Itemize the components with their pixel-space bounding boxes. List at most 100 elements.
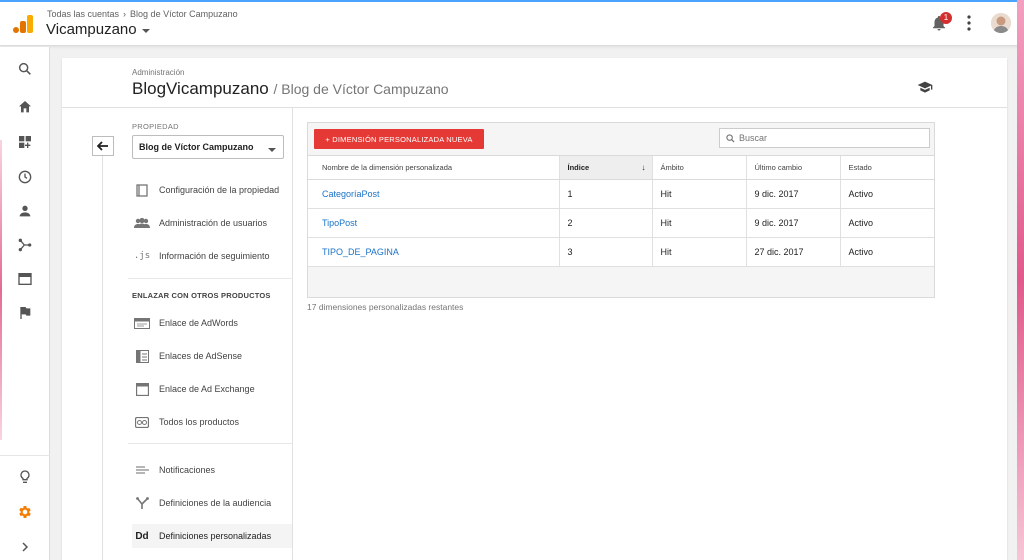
cell-scope: Hit [651, 237, 746, 267]
cell-scope: Hit [651, 179, 746, 209]
search-icon[interactable] [15, 59, 35, 79]
property-nav: PROPIEDAD Blog de Víctor Campuzano Confi… [128, 108, 293, 560]
dimension-link[interactable]: CategoríaPost [322, 189, 380, 199]
analytics-logo-icon[interactable] [12, 14, 34, 34]
nav-item-user-management[interactable]: Administración de usuarios [132, 211, 292, 235]
search-icon [726, 133, 735, 143]
avatar-image [991, 13, 1011, 33]
nav-divider [128, 278, 293, 279]
notifications-icon [134, 463, 150, 477]
page-edge-decoration-left [0, 140, 2, 440]
nav-item-adwords-link[interactable]: Enlace de AdWords [132, 311, 292, 335]
cell-status: Activo [839, 237, 934, 267]
dimension-link[interactable]: TipoPost [322, 218, 357, 228]
search-box[interactable] [719, 128, 930, 148]
acquisition-icon[interactable] [15, 235, 35, 255]
section-label: Administración [132, 68, 185, 77]
adwords-icon [134, 316, 150, 330]
nav-item-custom-definitions[interactable]: Dd Definiciones personalizadas [132, 524, 292, 548]
column-header-index-label: Índice [567, 163, 590, 172]
cell-index: 2 [558, 208, 652, 238]
admin-gear-icon[interactable] [15, 502, 35, 522]
adsense-icon [134, 349, 150, 363]
custom-dimensions-panel: + DIMENSIÓN PERSONALIZADA NUEVA Nombre d… [307, 122, 935, 298]
nav-connector-line [102, 156, 103, 560]
table-row: TipoPost 2 Hit 9 dic. 2017 Activo [308, 208, 934, 238]
more-vert-icon[interactable] [963, 14, 975, 32]
home-icon[interactable] [15, 97, 35, 117]
nav-item-ad-exchange-link[interactable]: Enlace de Ad Exchange [132, 377, 292, 401]
account-name: Vicampuzano [46, 21, 137, 38]
ad-exchange-icon [134, 382, 150, 396]
table-row: CategoríaPost 1 Hit 9 dic. 2017 Activo [308, 179, 934, 209]
breadcrumb-current[interactable]: Blog de Víctor Campuzano [130, 9, 238, 19]
custom-definitions-icon: Dd [135, 530, 149, 542]
custom-dimensions-table: Nombre de la dimensión personalizada Índ… [308, 155, 934, 267]
top-bar: Todas las cuentas › Blog de Víctor Campuza… [0, 0, 1024, 46]
column-header-name[interactable]: Nombre de la dimensión personalizada [308, 155, 559, 180]
admin-card: Administración BlogVicampuzano / Blog de… [62, 58, 1007, 560]
left-nav-rail [0, 47, 50, 560]
column-header-scope[interactable]: Ámbito [651, 155, 746, 180]
new-custom-dimension-button[interactable]: + DIMENSIÓN PERSONALIZADA NUEVA [314, 129, 484, 149]
nav-item-label: Definiciones de la audiencia [159, 498, 272, 508]
table-row: TIPO_DE_PAGINA 3 Hit 27 dic. 2017 Activo [308, 237, 934, 267]
back-button[interactable] [92, 136, 114, 156]
property-label: PROPIEDAD [132, 122, 179, 131]
account-selector[interactable]: Vicampuzano [46, 21, 150, 38]
chevron-down-icon [141, 28, 150, 33]
breadcrumb: Todas las cuentas › Blog de Víctor Campuza… [47, 9, 238, 19]
column-header-last-changed[interactable]: Último cambio [745, 155, 840, 180]
expand-chevron-icon[interactable] [15, 537, 35, 557]
cell-last-changed: 9 dic. 2017 [745, 208, 840, 238]
audience-person-icon[interactable] [15, 201, 35, 221]
customization-icon[interactable] [15, 132, 35, 152]
cell-name: CategoríaPost [308, 179, 559, 209]
search-input[interactable] [739, 133, 919, 143]
nav-item-property-settings[interactable]: Configuración de la propiedad [132, 178, 292, 202]
realtime-clock-icon[interactable] [15, 167, 35, 187]
lightbulb-icon[interactable] [15, 467, 35, 487]
chevron-down-icon [268, 148, 276, 152]
page-title: BlogVicampuzano / Blog de Víctor Campuza… [132, 79, 449, 99]
cell-name: TipoPost [308, 208, 559, 238]
cell-last-changed: 27 dic. 2017 [745, 237, 840, 267]
breadcrumb-root[interactable]: Todas las cuentas [47, 9, 119, 19]
property-select[interactable]: Blog de Víctor Campuzano [132, 135, 284, 159]
table-header-row: Nombre de la dimensión personalizada Índ… [308, 155, 934, 180]
view-name: / Blog de Víctor Campuzano [273, 81, 449, 97]
cell-index: 3 [558, 237, 652, 267]
nav-item-label: Todos los productos [159, 417, 240, 427]
nav-item-label: Información de seguimiento [159, 251, 270, 261]
nav-item-audience-definitions[interactable]: Definiciones de la audiencia [132, 491, 292, 515]
admin-header: Administración BlogVicampuzano / Blog de… [62, 58, 1007, 108]
page-icon [134, 183, 150, 197]
rail-divider [0, 455, 50, 456]
behavior-icon[interactable] [15, 269, 35, 289]
nav-item-label: Definiciones personalizadas [159, 531, 272, 541]
nav-item-label: Enlaces de AdSense [159, 351, 243, 361]
nav-item-adsense-links[interactable]: Enlaces de AdSense [132, 344, 292, 368]
page-edge-decoration [1017, 0, 1024, 560]
cell-status: Activo [839, 208, 934, 238]
nav-item-tracking-info[interactable]: .js Información de seguimiento [132, 244, 292, 268]
property-select-value: Blog de Víctor Campuzano [139, 142, 254, 152]
conversions-flag-icon[interactable] [15, 303, 35, 323]
cell-index: 1 [558, 179, 652, 209]
nav-divider [128, 443, 293, 444]
nav-item-all-products[interactable]: Todos los productos [132, 410, 292, 434]
products-icon [134, 415, 150, 429]
link-section-title: ENLAZAR CON OTROS PRODUCTOS [132, 291, 271, 300]
cell-last-changed: 9 dic. 2017 [745, 179, 840, 209]
nav-item-label: Enlace de AdWords [159, 318, 238, 328]
user-avatar[interactable] [991, 13, 1011, 33]
nav-item-notifications[interactable]: Notificaciones [132, 458, 292, 482]
cell-status: Activo [839, 179, 934, 209]
people-icon [134, 216, 150, 230]
nav-item-label: Configuración de la propiedad [159, 185, 280, 195]
graduation-cap-icon[interactable] [917, 80, 933, 94]
dimension-link[interactable]: TIPO_DE_PAGINA [322, 247, 399, 257]
nav-item-label: Administración de usuarios [159, 218, 268, 228]
column-header-status[interactable]: Estado [839, 155, 934, 180]
column-header-index[interactable]: Índice ↓ [558, 155, 652, 180]
